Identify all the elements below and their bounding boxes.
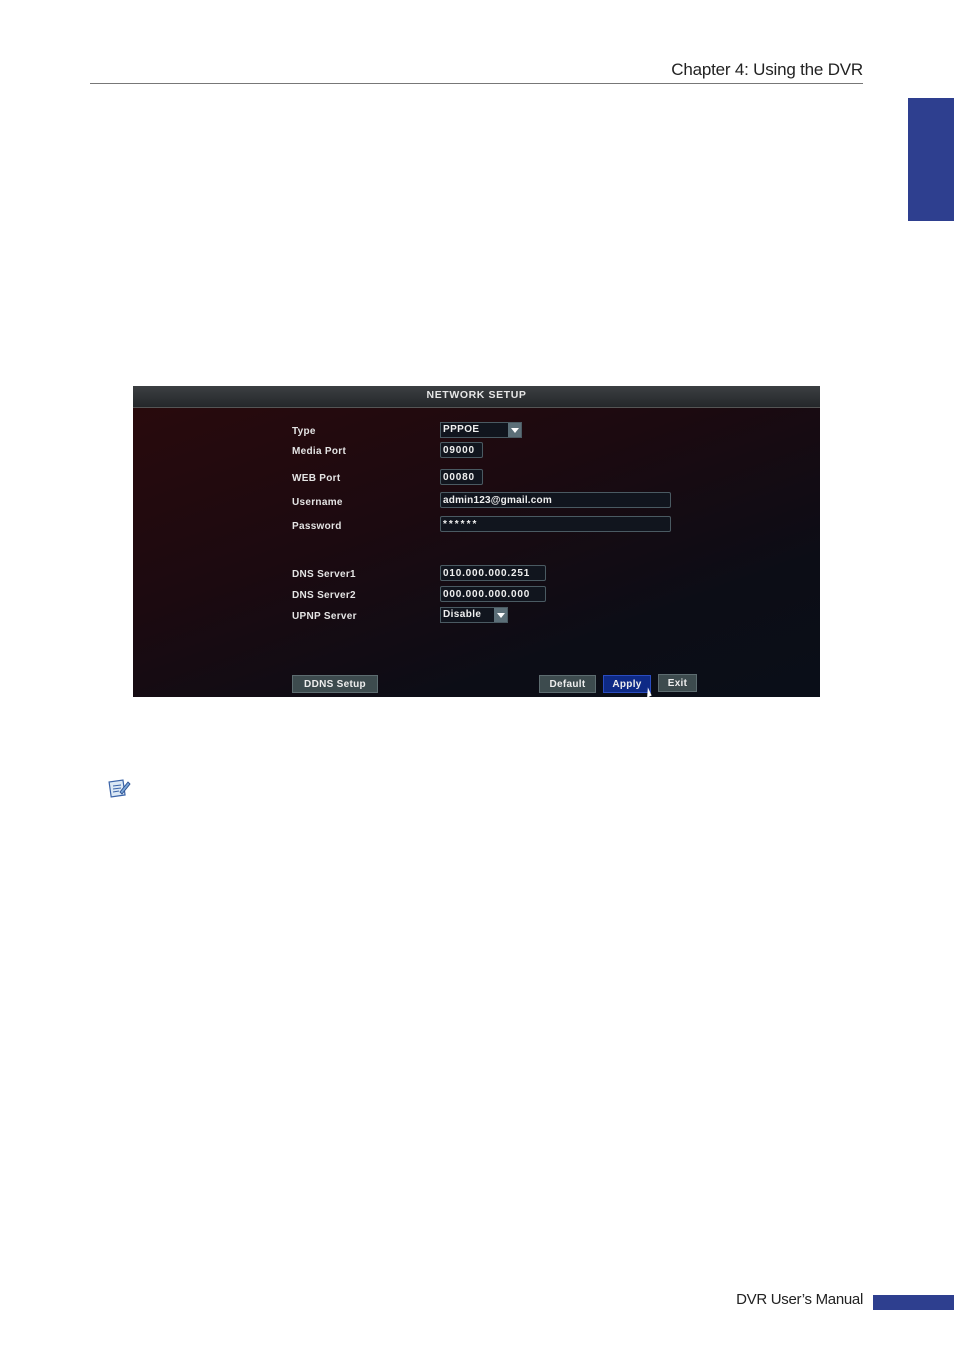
upnp-server-select[interactable]: Disable: [440, 607, 508, 623]
username-input[interactable]: admin123@gmail.com: [440, 492, 671, 508]
dropdown-arrow-icon[interactable]: [508, 423, 521, 437]
password-input[interactable]: ******: [440, 516, 671, 532]
chapter-side-tab: [908, 98, 954, 221]
note-pencil-icon: [108, 779, 131, 798]
dns-server2-input[interactable]: 000.000.000.000: [440, 586, 546, 602]
header-divider: [90, 83, 863, 84]
dns-server2-label: DNS Server2: [292, 590, 356, 601]
password-label: Password: [292, 521, 342, 532]
manual-title: DVR User’s Manual: [736, 1291, 863, 1308]
web-port-input[interactable]: 00080: [440, 469, 483, 485]
upnp-server-value: Disable: [443, 609, 482, 620]
dns-server1-label: DNS Server1: [292, 569, 356, 580]
dropdown-arrow-icon[interactable]: [494, 608, 507, 622]
type-select[interactable]: PPPOE: [440, 422, 522, 438]
page-number-bar: [873, 1295, 954, 1310]
upnp-server-label: UPNP Server: [292, 611, 357, 622]
username-label: Username: [292, 497, 343, 508]
dns-server1-input[interactable]: 010.000.000.251: [440, 565, 546, 581]
media-port-label: Media Port: [292, 446, 347, 457]
web-port-label: WEB Port: [292, 473, 341, 484]
media-port-input[interactable]: 09000: [440, 442, 483, 458]
type-label: Type: [292, 426, 316, 437]
ddns-setup-button[interactable]: DDNS Setup: [292, 675, 378, 693]
screen-title: NETWORK SETUP: [426, 389, 527, 401]
network-setup-screen: NETWORK SETUP Type PPPOE Media Port 0900…: [133, 386, 820, 697]
default-button[interactable]: Default: [539, 675, 596, 693]
exit-button[interactable]: Exit: [658, 674, 697, 692]
type-value: PPPOE: [443, 424, 480, 435]
chapter-title: Chapter 4: Using the DVR: [671, 60, 863, 79]
